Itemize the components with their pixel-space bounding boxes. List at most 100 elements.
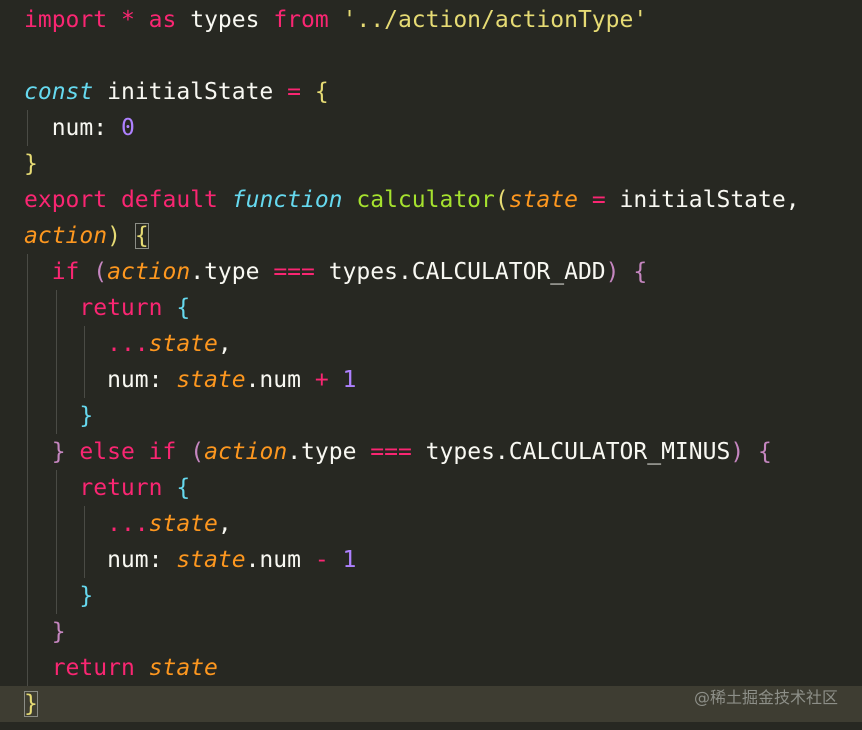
token-keyword: else — [79, 439, 135, 465]
token-keyword: return — [79, 475, 163, 501]
token-keyword: if — [148, 439, 177, 465]
token-parameter: state — [508, 187, 578, 213]
code-line-8[interactable]: if (action.type === types.CALCULATOR_ADD… — [0, 254, 862, 290]
code-line-11[interactable]: num: state.num + 1 — [0, 362, 862, 398]
code-line-7[interactable]: action) { — [0, 218, 862, 254]
token-keyword: if — [51, 259, 80, 285]
token-keyword: import — [24, 7, 108, 33]
token-keyword: return — [51, 655, 135, 681]
token-identifier: num: — [24, 547, 177, 573]
code-editor[interactable]: import * as types from '../action/action… — [0, 0, 862, 730]
code-line-16[interactable]: num: state.num - 1 — [0, 542, 862, 578]
token-number: 1 — [342, 547, 357, 573]
token-keyword: as — [148, 7, 177, 33]
code-line-5[interactable]: } — [0, 146, 862, 182]
token-identifier: types.CALCULATOR_ADD — [314, 259, 606, 285]
token-brace: } — [79, 583, 94, 609]
token-keyword: return — [79, 295, 163, 321]
token-brace: } — [51, 619, 66, 645]
token-paren: ( — [93, 259, 108, 285]
code-line-6[interactable]: export default function calculator(state… — [0, 182, 862, 218]
token-operator: + — [314, 367, 329, 393]
code-line-19[interactable]: return state — [0, 650, 862, 686]
token-identifier: num: — [24, 115, 121, 141]
token-punctuation: , — [217, 331, 232, 357]
token-brace: } — [24, 151, 38, 177]
token-identifier: types — [176, 7, 274, 33]
code-line-3[interactable]: const initialState = { — [0, 74, 862, 110]
token-punctuation: , — [217, 511, 232, 537]
token-operator: === — [273, 259, 315, 285]
token-identifier: .type — [287, 439, 371, 465]
code-line-17[interactable]: } — [0, 578, 862, 614]
token-parameter: state — [176, 547, 246, 573]
token-keyword: from — [273, 7, 329, 33]
token-brace: { — [176, 475, 191, 501]
token-identifier: .num — [245, 547, 315, 573]
token-paren: ) — [730, 439, 745, 465]
token-brace: { — [758, 439, 772, 465]
watermark-text: @稀土掘金技术社区 — [693, 688, 838, 707]
code-line-14[interactable]: return { — [0, 470, 862, 506]
token-identifier: .type — [190, 259, 274, 285]
code-line-9[interactable]: return { — [0, 290, 862, 326]
token-parameter: state — [148, 655, 218, 681]
code-line-13[interactable]: } else if (action.type === types.CALCULA… — [0, 434, 862, 470]
token-brace-matched: { — [134, 223, 149, 249]
token-storage: const — [24, 79, 94, 105]
token-identifier: initialState — [93, 79, 288, 105]
token-operator: = — [287, 79, 301, 105]
token-identifier: .num — [245, 367, 315, 393]
token-operator: * — [120, 7, 135, 33]
token-operator: ... — [107, 331, 149, 357]
token-number: 1 — [342, 367, 357, 393]
token-keyword: export — [24, 187, 108, 213]
code-line-1[interactable]: import * as types from '../action/action… — [0, 2, 862, 38]
code-line-10[interactable]: ...state, — [0, 326, 862, 362]
token-storage: function — [231, 187, 343, 213]
token-identifier: initialState, — [605, 187, 800, 213]
token-operator: ... — [107, 511, 149, 537]
token-paren: ) — [107, 223, 121, 249]
code-line-15[interactable]: ...state, — [0, 506, 862, 542]
code-line-12[interactable]: } — [0, 398, 862, 434]
token-parameter: action — [24, 223, 108, 249]
token-parameter: action — [204, 439, 288, 465]
token-paren: ( — [494, 187, 509, 213]
token-number: 0 — [120, 115, 135, 141]
token-string: '../action/actionType' — [342, 7, 648, 33]
code-line-4[interactable]: num: 0 — [0, 110, 862, 146]
token-parameter: state — [176, 367, 246, 393]
token-brace: { — [633, 259, 648, 285]
code-line-18[interactable]: } — [0, 614, 862, 650]
token-brace-matched: } — [24, 691, 38, 717]
token-keyword: default — [120, 187, 218, 213]
code-line-2[interactable] — [0, 38, 862, 74]
